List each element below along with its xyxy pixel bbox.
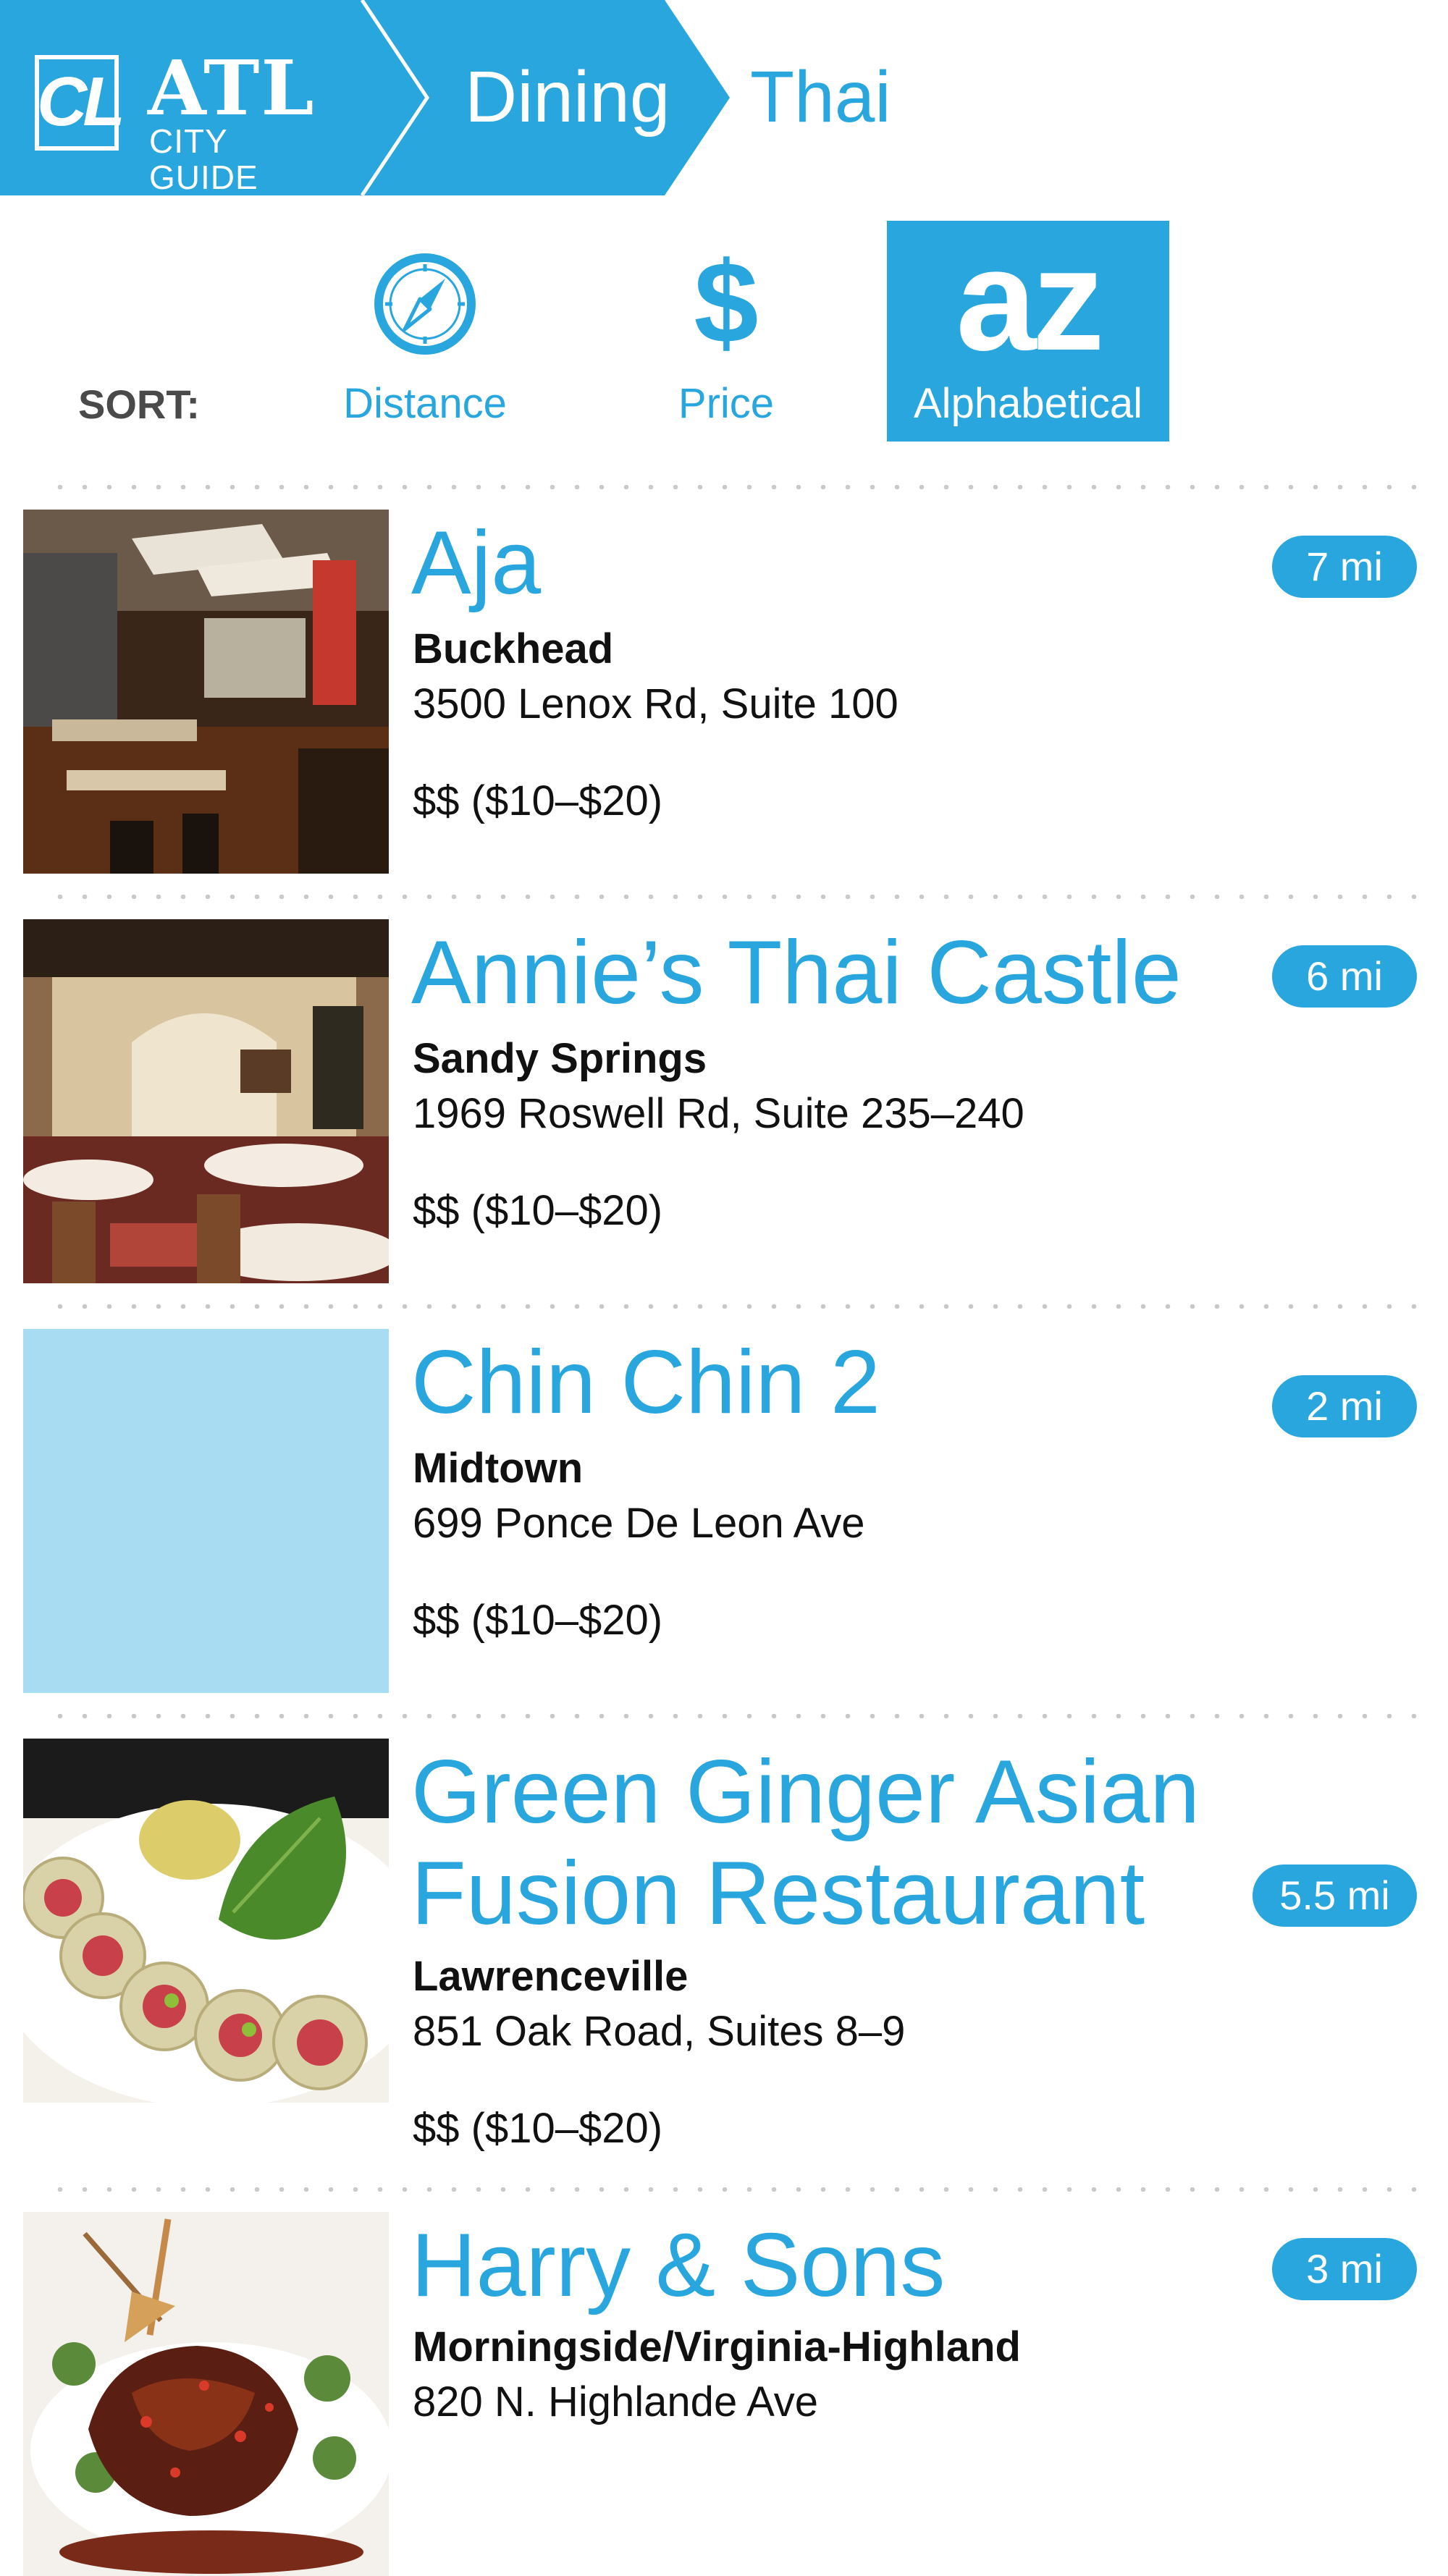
breadcrumb-thai: Thai (750, 56, 891, 138)
sort-bar: SORT: Distance $ Price az Alphabetical (0, 221, 1448, 445)
logo-title: ATL (148, 43, 316, 132)
az-icon: az (956, 219, 1104, 381)
logo-subtitle: CITY GUIDE (149, 122, 258, 196)
restaurant-price: $$ ($10–$20) (413, 777, 663, 824)
restaurant-name[interactable]: Harry & Sons (411, 2215, 945, 2316)
restaurant-price: $$ ($10–$20) (413, 2105, 663, 2152)
restaurant-price: $$ ($10–$20) (413, 1597, 663, 1644)
restaurant-neighborhood: Lawrenceville (413, 1953, 689, 2000)
sort-alphabetical-label: Alphabetical (914, 380, 1142, 427)
restaurant-item-chin-chin-2[interactable]: Chin Chin 2 2 mi Midtown 699 Ponce De Le… (0, 1329, 1448, 1698)
restaurant-name[interactable]: Chin Chin 2 (411, 1332, 880, 1433)
restaurant-address: 820 N. Highlande Ave (413, 2378, 819, 2425)
logo-mark: CL (35, 48, 125, 156)
compass-icon (374, 253, 476, 355)
header-breadcrumb: CL ATL CITY GUIDE Dining Thai (0, 0, 1448, 195)
restaurant-neighborhood: Buckhead (413, 625, 614, 672)
sort-price-label: Price (678, 380, 775, 427)
restaurant-name[interactable]: Annie’s Thai Castle (411, 922, 1182, 1023)
restaurant-name[interactable]: Aja (411, 512, 541, 614)
divider (48, 1714, 1423, 1718)
restaurant-item-aja[interactable]: Aja 7 mi Buckhead 3500 Lenox Rd, Suite 1… (0, 510, 1448, 879)
photo-placeholder (23, 1329, 389, 1693)
restaurant-item-annies-thai-castle[interactable]: Annie’s Thai Castle 6 mi Sandy Springs 1… (0, 919, 1448, 1288)
sort-distance-button[interactable]: Distance (284, 221, 566, 442)
dollar-icon: $ (694, 237, 759, 367)
restaurant-photo (23, 2212, 389, 2576)
restaurant-neighborhood: Sandy Springs (413, 1035, 707, 1082)
divider (48, 2187, 1423, 2192)
restaurant-price: $$ ($10–$20) (413, 1187, 663, 1234)
restaurant-address: 699 Ponce De Leon Ave (413, 1500, 865, 1547)
restaurant-address: 851 Oak Road, Suites 8–9 (413, 2008, 906, 2055)
cl-atl-logo[interactable]: CL ATL CITY GUIDE (35, 43, 346, 195)
restaurant-neighborhood: Morningside/Virginia-Highland (413, 2323, 1021, 2370)
restaurant-address: 3500 Lenox Rd, Suite 100 (413, 680, 898, 727)
sort-alphabetical-button[interactable]: az Alphabetical (887, 221, 1169, 442)
sort-label: SORT: (78, 381, 200, 427)
sort-distance-label: Distance (343, 380, 507, 427)
distance-badge: 6 mi (1272, 945, 1417, 1008)
divider (48, 485, 1423, 489)
distance-badge: 2 mi (1272, 1375, 1417, 1437)
restaurant-name-line-2[interactable]: Fusion Restaurant (411, 1843, 1145, 1944)
restaurant-item-harry-and-sons[interactable]: Harry & Sons 3 mi Morningside/Virginia-H… (0, 2212, 1448, 2576)
breadcrumb-dining[interactable]: Dining (465, 54, 670, 140)
restaurant-photo (23, 919, 389, 1283)
restaurant-item-green-ginger[interactable]: Green Ginger Asian Fusion Restaurant 5.5… (0, 1739, 1448, 2202)
restaurant-photo (23, 1739, 389, 2103)
distance-badge: 5.5 mi (1253, 1865, 1417, 1927)
sort-price-button[interactable]: $ Price (585, 221, 867, 442)
divider (48, 1304, 1423, 1309)
restaurant-photo (23, 510, 389, 874)
divider (48, 895, 1423, 899)
restaurant-name-line-1[interactable]: Green Ginger Asian (411, 1741, 1200, 1843)
distance-badge: 3 mi (1272, 2238, 1417, 2300)
distance-badge: 7 mi (1272, 536, 1417, 598)
restaurant-neighborhood: Midtown (413, 1445, 584, 1492)
restaurant-address: 1969 Roswell Rd, Suite 235–240 (413, 1090, 1024, 1137)
